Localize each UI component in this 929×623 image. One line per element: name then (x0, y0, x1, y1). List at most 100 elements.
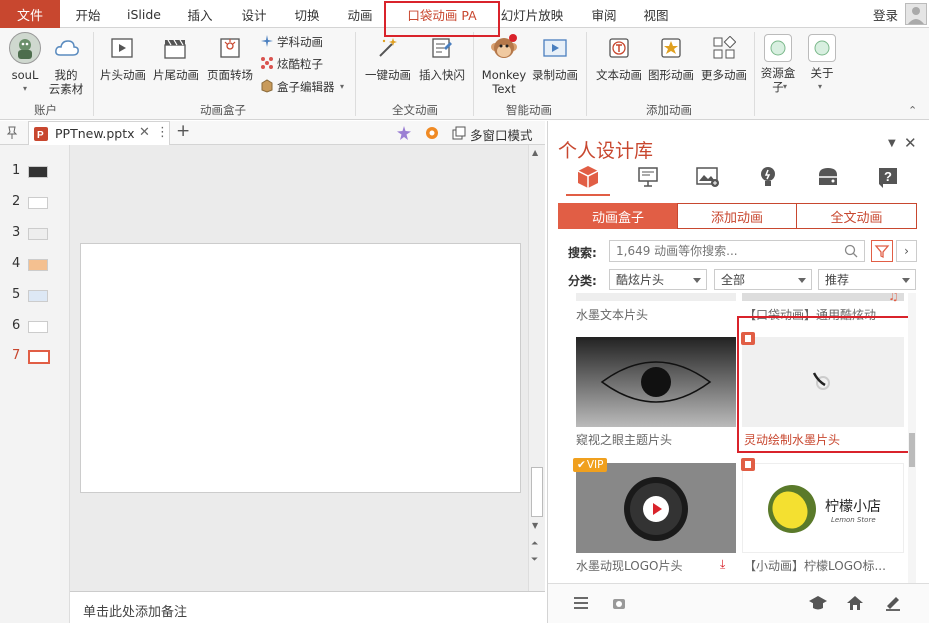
next-page-button[interactable]: › (896, 240, 917, 262)
clapper-icon[interactable] (161, 34, 189, 62)
multi-window-button[interactable]: 多窗口模式 (470, 125, 533, 144)
record-anim-button[interactable]: 录制动画 (529, 68, 581, 82)
help-icon[interactable]: ? (874, 163, 902, 191)
multi-window-icon[interactable] (452, 126, 466, 140)
head-anim-button[interactable]: 片头动画 (98, 68, 148, 82)
box-editor-dropdown-icon[interactable]: ▾ (340, 80, 344, 94)
presentation-board-icon[interactable] (634, 163, 662, 191)
slide-thumbnail[interactable] (28, 259, 48, 271)
more-anim-button[interactable]: 更多动画 (698, 68, 750, 82)
home-icon[interactable] (846, 594, 864, 612)
user-dropdown-icon[interactable]: ▾ (20, 82, 30, 96)
tail-anim-button[interactable]: 片尾动画 (151, 68, 201, 82)
about-icon[interactable] (808, 34, 836, 62)
search-input[interactable] (609, 240, 865, 262)
settings-gear-icon[interactable] (424, 125, 440, 141)
star-tool-icon[interactable] (396, 125, 412, 141)
prev-slide-icon[interactable]: ⏶ (531, 539, 538, 549)
text-anim-button[interactable]: 文本动画 (593, 68, 645, 82)
login-link[interactable]: 登录 (873, 5, 898, 24)
slide-thumbnail[interactable] (28, 228, 48, 240)
insert-frame-icon[interactable] (428, 34, 456, 62)
tab-transition[interactable]: 切换 (285, 0, 329, 28)
tab-view[interactable]: 视图 (634, 0, 678, 28)
resource-box-button[interactable]: 资源盒子 (756, 66, 800, 94)
gallery-scrollbar[interactable] (908, 293, 916, 583)
tab-review[interactable]: 审阅 (582, 0, 626, 28)
cloud-icon[interactable] (53, 34, 81, 62)
user-avatar[interactable] (905, 3, 927, 25)
panel-menu-icon[interactable]: ▼ (888, 138, 896, 149)
filter-button[interactable] (871, 240, 893, 262)
close-tab-icon[interactable]: ✕ (139, 125, 150, 140)
shape-anim-icon[interactable] (657, 34, 685, 62)
resource-dropdown-icon[interactable]: ▾ (783, 80, 787, 94)
shape-anim-button[interactable]: 图形动画 (645, 68, 697, 82)
record-anim-icon[interactable] (541, 34, 569, 62)
more-anim-icon[interactable] (710, 34, 738, 62)
slide-thumbnail[interactable] (28, 197, 48, 209)
animation-thumbnail[interactable]: 柠檬小店 Lemon Store (742, 463, 904, 553)
user-avatar-icon[interactable] (9, 32, 41, 64)
menu-icon[interactable] (572, 594, 590, 612)
tab-slideshow[interactable]: 幻灯片放映 (498, 0, 566, 28)
tab-design[interactable]: 设计 (232, 0, 276, 28)
slide-thumbnail[interactable] (28, 321, 48, 333)
animation-thumbnail[interactable] (576, 337, 736, 427)
slide-thumbnail[interactable] (28, 166, 48, 178)
tab-menu-icon[interactable]: ⋮ (156, 125, 169, 140)
notes-pane[interactable]: 单击此处添加备注 (70, 591, 545, 623)
save-drive-icon[interactable] (814, 163, 842, 191)
tab-file[interactable]: 文件 (0, 0, 60, 28)
text-anim-icon[interactable] (605, 34, 633, 62)
monkey-text-button[interactable]: Monkey Text (478, 68, 530, 96)
document-tab[interactable]: P PPTnew.pptx ✕ ⋮ (28, 121, 170, 145)
tab-full-animation[interactable]: 全文动画 (796, 203, 917, 229)
search-icon[interactable] (844, 244, 858, 258)
animation-thumbnail[interactable] (576, 293, 736, 301)
graduation-cap-icon[interactable] (808, 594, 828, 612)
subject-anim-button[interactable]: 学科动画 (277, 35, 323, 49)
page-transition-icon[interactable] (216, 34, 244, 62)
tab-start[interactable]: 开始 (66, 0, 110, 28)
animation-thumbnail[interactable] (742, 293, 904, 301)
upload-icon[interactable] (884, 594, 902, 612)
pin-icon[interactable] (6, 126, 18, 140)
slide-thumbnail[interactable] (28, 290, 48, 302)
download-icon[interactable]: ⤓ (720, 557, 725, 572)
slide-canvas[interactable] (80, 243, 521, 493)
category-dropdown[interactable]: 酷炫片头 (609, 269, 707, 290)
tab-animation-box[interactable]: 动画盒子 (558, 203, 678, 229)
cloud-sync-icon[interactable] (610, 595, 628, 613)
scroll-up-icon[interactable]: ▲ (532, 148, 538, 157)
gallery-scroll-thumb[interactable] (909, 433, 915, 467)
editor-vertical-scrollbar[interactable]: ▲ ▼ ⏶ ⏷ (528, 145, 545, 591)
scroll-thumb[interactable] (531, 467, 543, 517)
collapse-ribbon-icon[interactable]: ⌃ (908, 104, 917, 118)
play-icon[interactable] (643, 496, 669, 522)
scroll-down-icon[interactable]: ▼ (532, 521, 538, 530)
panel-close-icon[interactable]: ✕ (904, 134, 917, 152)
animation-box-icon[interactable] (574, 163, 602, 191)
tab-add-animation[interactable]: 添加动画 (677, 203, 797, 229)
cloud-material-button[interactable]: 我的 云素材 (46, 68, 86, 96)
about-button[interactable]: 关于 (805, 66, 839, 80)
box-editor-button[interactable]: 盒子编辑器 (277, 80, 335, 94)
tab-islide[interactable]: iSlide (120, 0, 168, 28)
page-transition-button[interactable]: 页面转场 (204, 68, 256, 82)
cool-particles-button[interactable]: 炫酷粒子 (277, 57, 323, 71)
tab-animation[interactable]: 动画 (338, 0, 382, 28)
insert-frame-button[interactable]: 插入快闪 (416, 68, 468, 82)
user-name-button[interactable]: souL (4, 68, 46, 82)
magic-wand-icon[interactable] (374, 34, 402, 62)
new-tab-icon[interactable]: + (176, 121, 190, 141)
about-dropdown-icon[interactable]: ▾ (818, 80, 822, 94)
type-dropdown[interactable]: 全部 (714, 269, 812, 290)
sort-dropdown[interactable]: 推荐 (818, 269, 916, 290)
tab-insert[interactable]: 插入 (178, 0, 222, 28)
one-key-anim-button[interactable]: 一键动画 (362, 68, 414, 82)
head-anim-icon[interactable] (108, 34, 136, 62)
slide-thumbnail-active[interactable] (28, 350, 50, 364)
animation-thumbnail[interactable] (576, 463, 736, 553)
resource-box-icon[interactable] (764, 34, 792, 62)
